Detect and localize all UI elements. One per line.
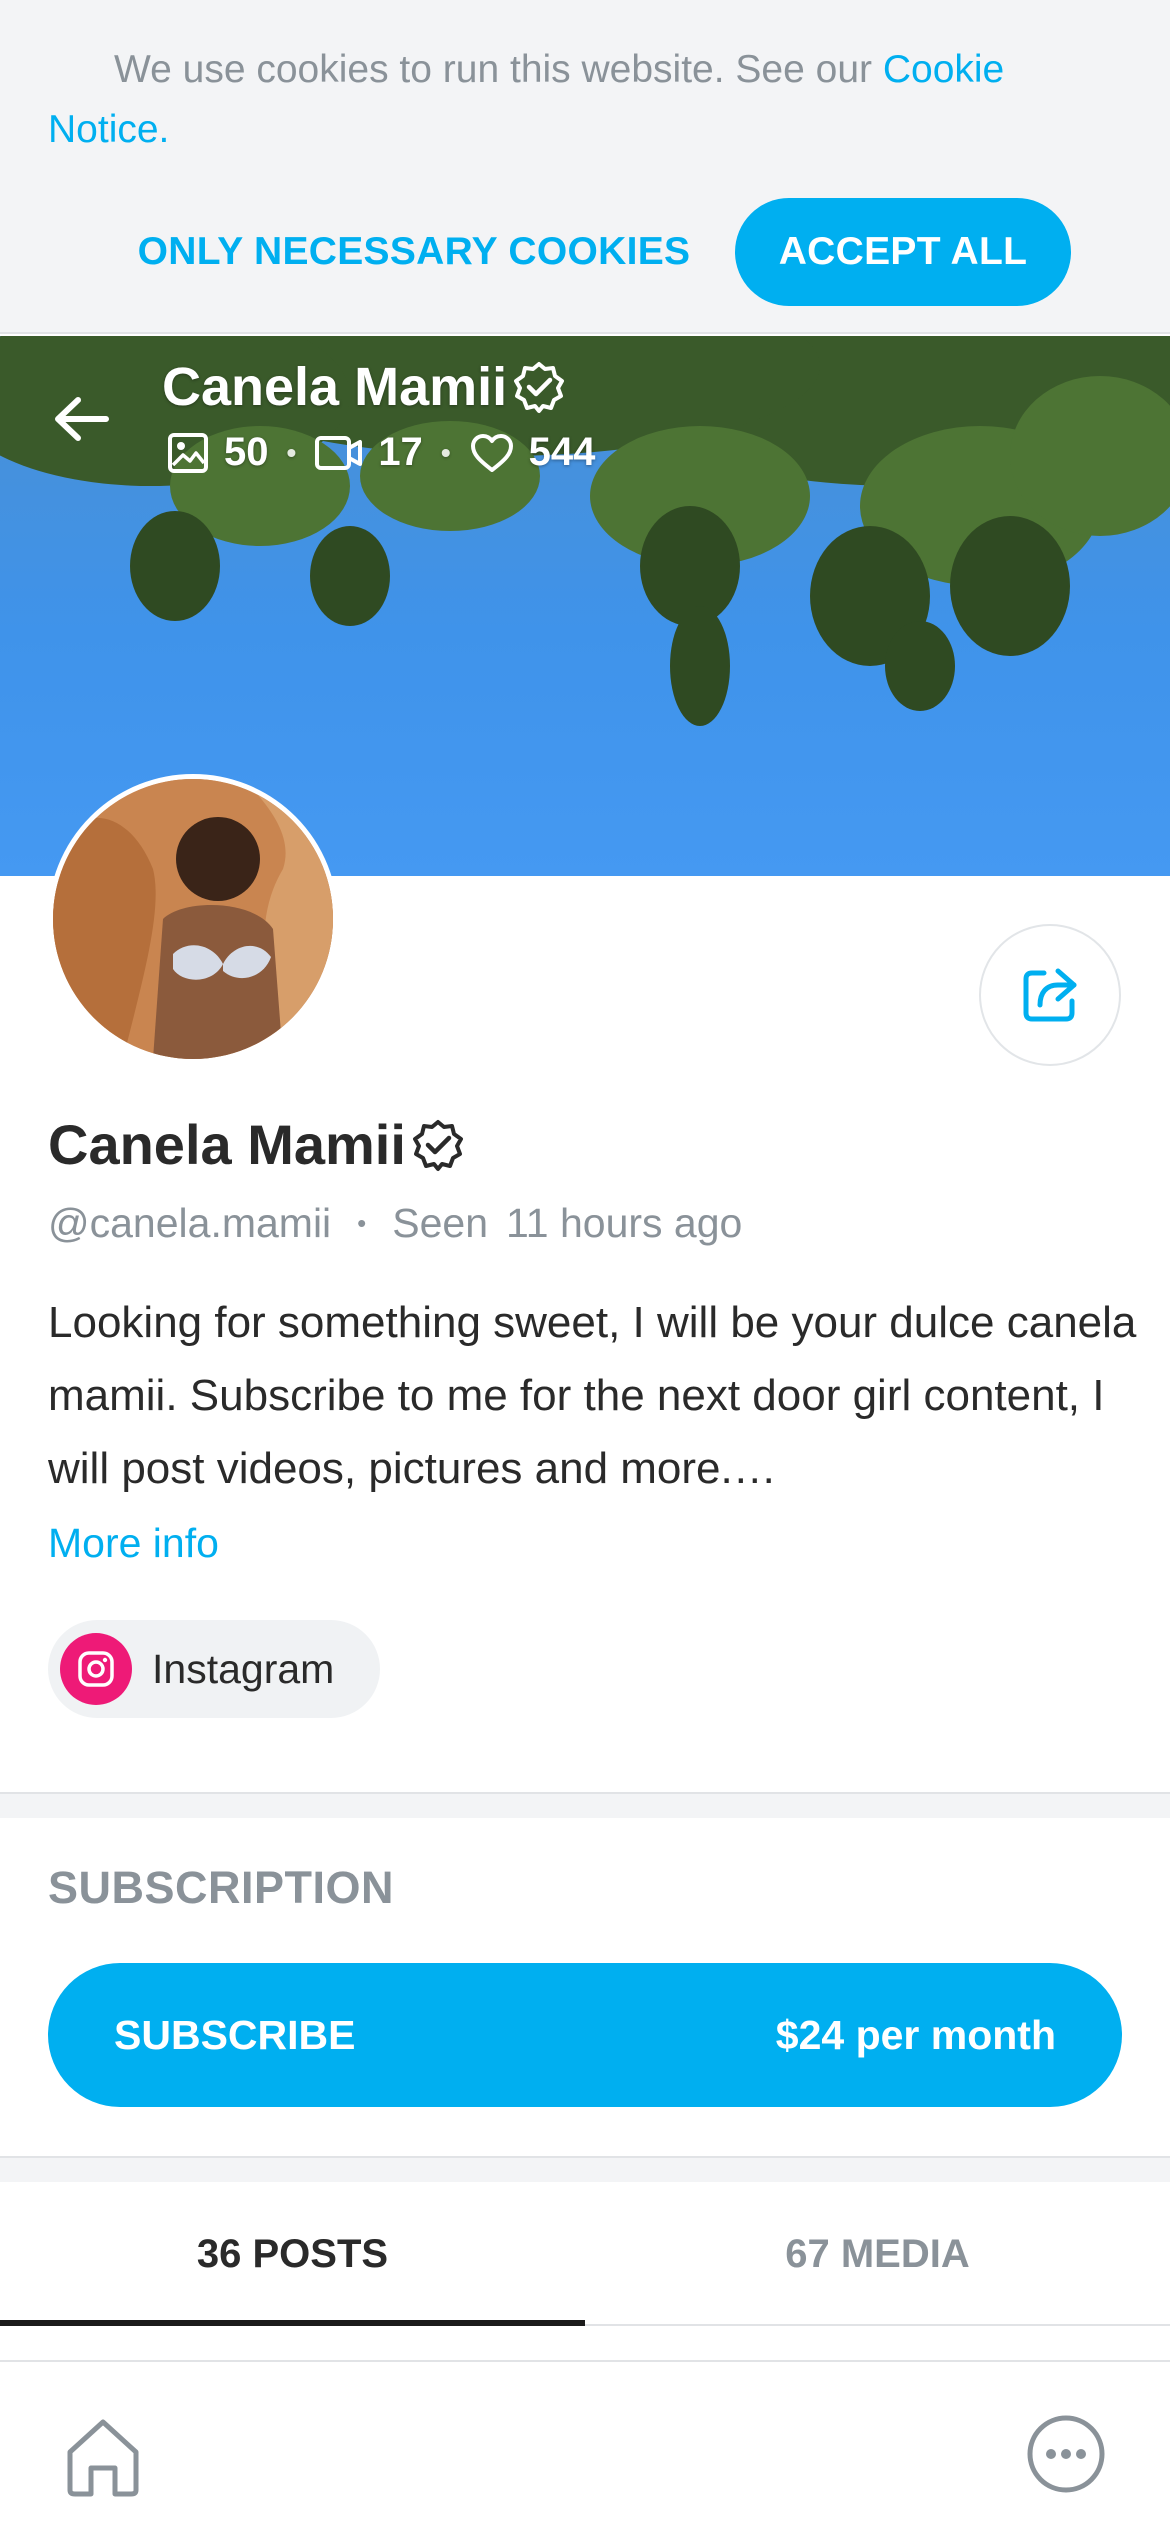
back-arrow-icon[interactable]: [48, 386, 114, 452]
accept-all-button[interactable]: ACCEPT ALL: [735, 198, 1071, 306]
instagram-label: Instagram: [152, 1645, 335, 1692]
instagram-icon: [60, 1633, 132, 1705]
instagram-link[interactable]: Instagram: [48, 1620, 380, 1718]
verified-badge-icon: [412, 1119, 463, 1171]
share-button[interactable]: [979, 924, 1121, 1066]
section-divider: [0, 2156, 1170, 2182]
likes-count: 544: [469, 430, 596, 475]
videos-count-value: 17: [378, 430, 423, 474]
tab-media[interactable]: 67 MEDIA: [585, 2182, 1170, 2326]
cookie-banner: We use cookies to run this website. See …: [0, 0, 1170, 334]
avatar-photo: [53, 779, 333, 1059]
photos-count: 50: [166, 430, 269, 475]
seen-time: 11 hours ago: [506, 1200, 743, 1246]
tab-posts[interactable]: 36 POSTS: [0, 2182, 585, 2326]
stat-separator: •: [440, 436, 451, 468]
home-icon[interactable]: [58, 2412, 148, 2502]
only-necessary-cookies-button[interactable]: ONLY NECESSARY COOKIES: [134, 200, 694, 304]
meta-separator: •: [357, 1208, 367, 1238]
heart-icon: [470, 433, 513, 472]
verified-badge-icon: [514, 362, 565, 413]
cookie-text-end: .: [158, 108, 170, 151]
avatar[interactable]: [48, 774, 338, 1064]
profile-meta: @canela.mamii • Seen 11 hours ago: [48, 1200, 742, 1247]
share-icon: [1023, 968, 1077, 1022]
profile-name: Canela Mamii: [48, 1113, 406, 1176]
seen-label: Seen: [392, 1200, 489, 1246]
subscribe-button[interactable]: SUBSCRIBE $24 per month: [48, 1963, 1122, 2107]
more-options-icon[interactable]: [1024, 2412, 1108, 2496]
profile-name-row: Canela Mamii: [48, 1112, 466, 1177]
cover-stats: 50 • 17 • 544: [166, 430, 595, 475]
bio-text: Looking for something sweet, I will be y…: [48, 1298, 1137, 1493]
videos-count: 17: [314, 430, 423, 475]
cookie-message: We use cookies to run this website. See …: [48, 40, 1128, 160]
cookie-text: We use cookies to run this website. See …: [114, 48, 883, 91]
subscribe-label: SUBSCRIBE: [114, 2011, 356, 2058]
image-icon: [168, 432, 208, 473]
photos-count-value: 50: [224, 430, 269, 474]
content-tabs: 36 POSTS 67 MEDIA: [0, 2182, 1170, 2326]
more-info-link[interactable]: More info: [48, 1520, 219, 1567]
active-tab-indicator: [0, 2320, 585, 2326]
handle: @canela.mamii: [48, 1200, 332, 1246]
bottom-nav: [0, 2360, 1170, 2532]
cover-name-row: Canela Mamii: [162, 356, 567, 418]
section-divider: [0, 1792, 1170, 1818]
stat-separator: •: [286, 436, 297, 468]
subscribe-price: $24 per month: [775, 2011, 1056, 2058]
video-icon: [315, 435, 363, 470]
subscription-heading: SUBSCRIPTION: [48, 1862, 395, 1913]
likes-count-value: 544: [528, 430, 596, 474]
cover-name: Canela Mamii: [162, 357, 508, 417]
